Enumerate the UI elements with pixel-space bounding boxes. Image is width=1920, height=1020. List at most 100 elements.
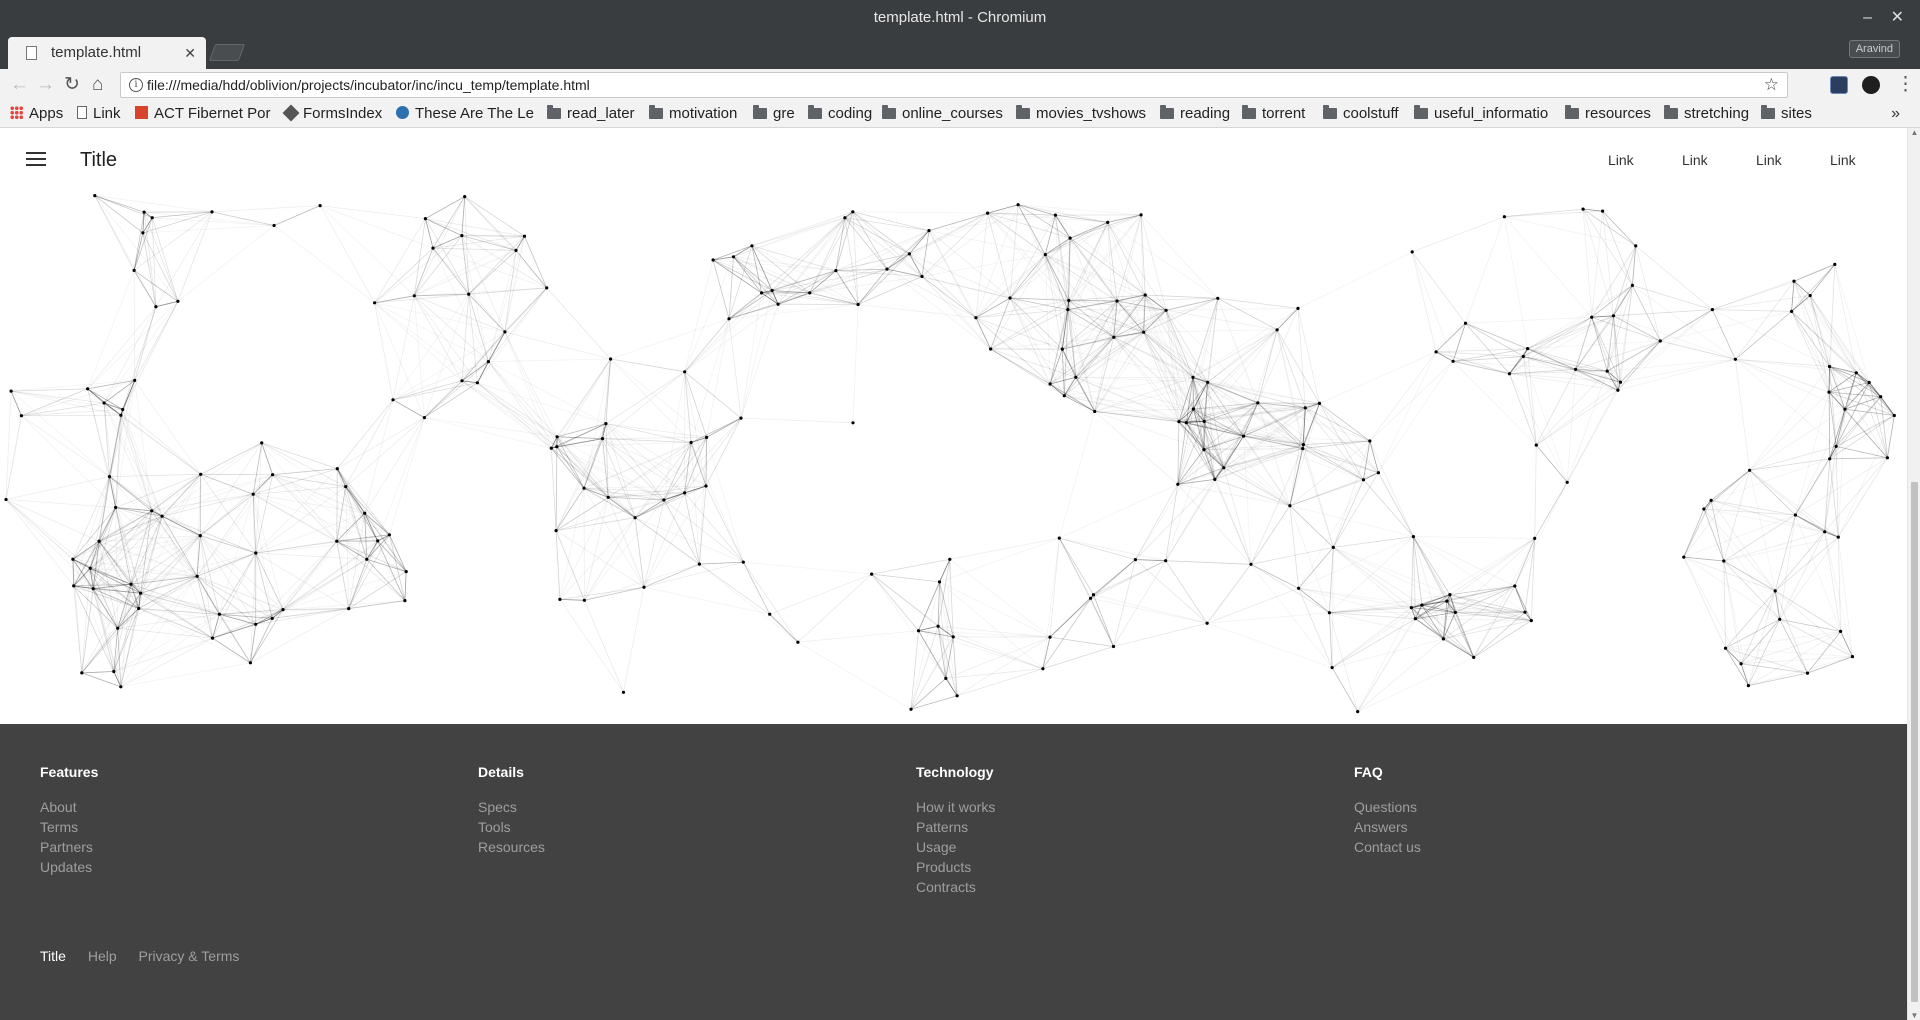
footer-link-specs[interactable]: Specs (478, 797, 545, 817)
network-edge (1465, 322, 1524, 357)
network-edge (336, 468, 390, 536)
footer-link-resources[interactable]: Resources (478, 837, 545, 857)
forward-icon[interactable]: → (36, 69, 55, 101)
footer-link-partners[interactable]: Partners (40, 837, 98, 857)
network-node (1710, 308, 1714, 312)
network-edge (1887, 415, 1895, 458)
network-edge (1602, 210, 1636, 247)
scroll-up-icon[interactable]: ▲ (1908, 128, 1920, 137)
scroll-down-icon[interactable]: ▼ (1908, 1011, 1920, 1020)
network-edge (1504, 216, 1636, 247)
bookmark-folder-gre[interactable]: gre (753, 101, 795, 127)
network-edge (1602, 210, 1633, 286)
footer-link-tools[interactable]: Tools (478, 817, 545, 837)
footer-link-about[interactable]: About (40, 797, 98, 817)
network-node (727, 317, 731, 321)
page-scrollbar[interactable]: ▲ ▼ (1907, 128, 1920, 1020)
network-edge (477, 287, 548, 384)
network-edge (1774, 590, 1841, 632)
network-node (503, 330, 507, 334)
bookmark-folder-resources[interactable]: resources (1565, 101, 1651, 127)
bookmark-these-are-the[interactable]: These Are The Le (396, 101, 534, 127)
footer-link-patterns[interactable]: Patterns (916, 817, 995, 837)
footer-link-contact-us[interactable]: Contact us (1354, 837, 1421, 857)
network-node (1376, 471, 1380, 475)
bookmark-act-fibernet[interactable]: ACT Fibernet Por (135, 101, 270, 127)
header-link-2[interactable]: Link (1682, 128, 1708, 192)
network-edge (1203, 298, 1219, 422)
bookmark-star-icon[interactable]: ☆ (1764, 73, 1779, 97)
network-edge (389, 534, 407, 572)
bookmark-folder-motivation[interactable]: motivation (649, 101, 737, 127)
tab-close-icon[interactable]: ✕ (184, 37, 196, 69)
network-node (467, 292, 471, 296)
minimize-icon[interactable]: – (1863, 0, 1872, 35)
bookmark-apps[interactable]: Apps (10, 101, 63, 127)
scrollbar-thumb[interactable] (1911, 482, 1918, 1002)
network-node (1453, 610, 1457, 614)
bookmark-folder-online-courses[interactable]: online_courses (882, 101, 1003, 127)
network-edge (348, 559, 368, 609)
network-node (88, 566, 92, 570)
info-icon[interactable]: i (129, 78, 143, 92)
back-icon[interactable]: ← (10, 69, 29, 101)
network-edge (133, 270, 136, 381)
network-node (1513, 584, 1517, 588)
browser-menu-icon[interactable]: ⋮ (1896, 69, 1915, 101)
network-node (404, 570, 408, 574)
extension-icon[interactable] (1862, 76, 1880, 94)
tab-template-html[interactable]: template.html ✕ (8, 37, 206, 69)
bookmark-folder-reading[interactable]: reading (1160, 101, 1230, 127)
network-node (796, 640, 800, 644)
extension-icon[interactable] (1830, 76, 1848, 94)
network-edge (1712, 280, 1795, 310)
network-node (1733, 357, 1737, 361)
bookmark-formsindex[interactable]: FormsIndex (282, 101, 382, 127)
network-node (1410, 250, 1414, 254)
network-edge (1303, 440, 1370, 445)
footer-link-usage[interactable]: Usage (916, 837, 995, 857)
close-window-icon[interactable]: ✕ (1891, 0, 1904, 35)
network-edge (1620, 340, 1661, 383)
bookmark-folder-coolstuff[interactable]: coolstuff (1323, 101, 1399, 127)
footer-link-contracts[interactable]: Contracts (916, 877, 995, 897)
footer-link-help[interactable]: Help (88, 948, 117, 964)
bookmark-folder-sites[interactable]: sites (1761, 101, 1812, 127)
bookmark-folder-coding[interactable]: coding (808, 101, 872, 127)
header-link-1[interactable]: Link (1608, 128, 1634, 192)
footer-link-how-it-works[interactable]: How it works (916, 797, 995, 817)
bookmark-folder-read-later[interactable]: read_later (547, 101, 635, 127)
footer-title[interactable]: Title (40, 948, 66, 964)
network-edge (5, 476, 110, 500)
bookmark-link[interactable]: Link (77, 101, 121, 127)
home-icon[interactable]: ⌂ (92, 69, 103, 101)
footer-link-questions[interactable]: Questions (1354, 797, 1421, 817)
footer-link-privacy-terms[interactable]: Privacy & Terms (139, 948, 240, 964)
network-edge (871, 573, 947, 679)
bookmark-folder-torrent[interactable]: torrent (1242, 101, 1305, 127)
url-text[interactable]: file:///media/hdd/oblivion/projects/incu… (147, 73, 590, 97)
bookmark-folder-stretching[interactable]: stretching (1664, 101, 1749, 127)
reload-icon[interactable]: ↻ (64, 69, 80, 101)
network-node (1534, 443, 1538, 447)
network-edge (133, 270, 179, 302)
footer-link-terms[interactable]: Terms (40, 817, 98, 837)
bookmark-folder-movies-tvshows[interactable]: movies_tvshows (1016, 101, 1146, 127)
header-link-3[interactable]: Link (1756, 128, 1782, 192)
network-node (198, 534, 202, 538)
header-link-4[interactable]: Link (1830, 128, 1856, 192)
network-node (431, 246, 435, 250)
hamburger-menu-icon[interactable] (26, 152, 46, 167)
network-node (1748, 468, 1752, 472)
bookmark-folder-useful-information[interactable]: useful_informatio (1414, 101, 1548, 127)
footer-link-answers[interactable]: Answers (1354, 817, 1421, 837)
network-edge (559, 517, 636, 600)
footer-link-products[interactable]: Products (916, 857, 995, 877)
network-edge (857, 276, 923, 305)
network-edge (1206, 622, 1333, 668)
footer-link-updates[interactable]: Updates (40, 857, 98, 877)
bookmarks-overflow-icon[interactable]: » (1891, 101, 1900, 127)
new-tab-button[interactable] (208, 44, 246, 61)
profile-button[interactable]: Aravind (1848, 40, 1900, 58)
address-bar[interactable]: i file:///media/hdd/oblivion/projects/in… (120, 72, 1788, 98)
